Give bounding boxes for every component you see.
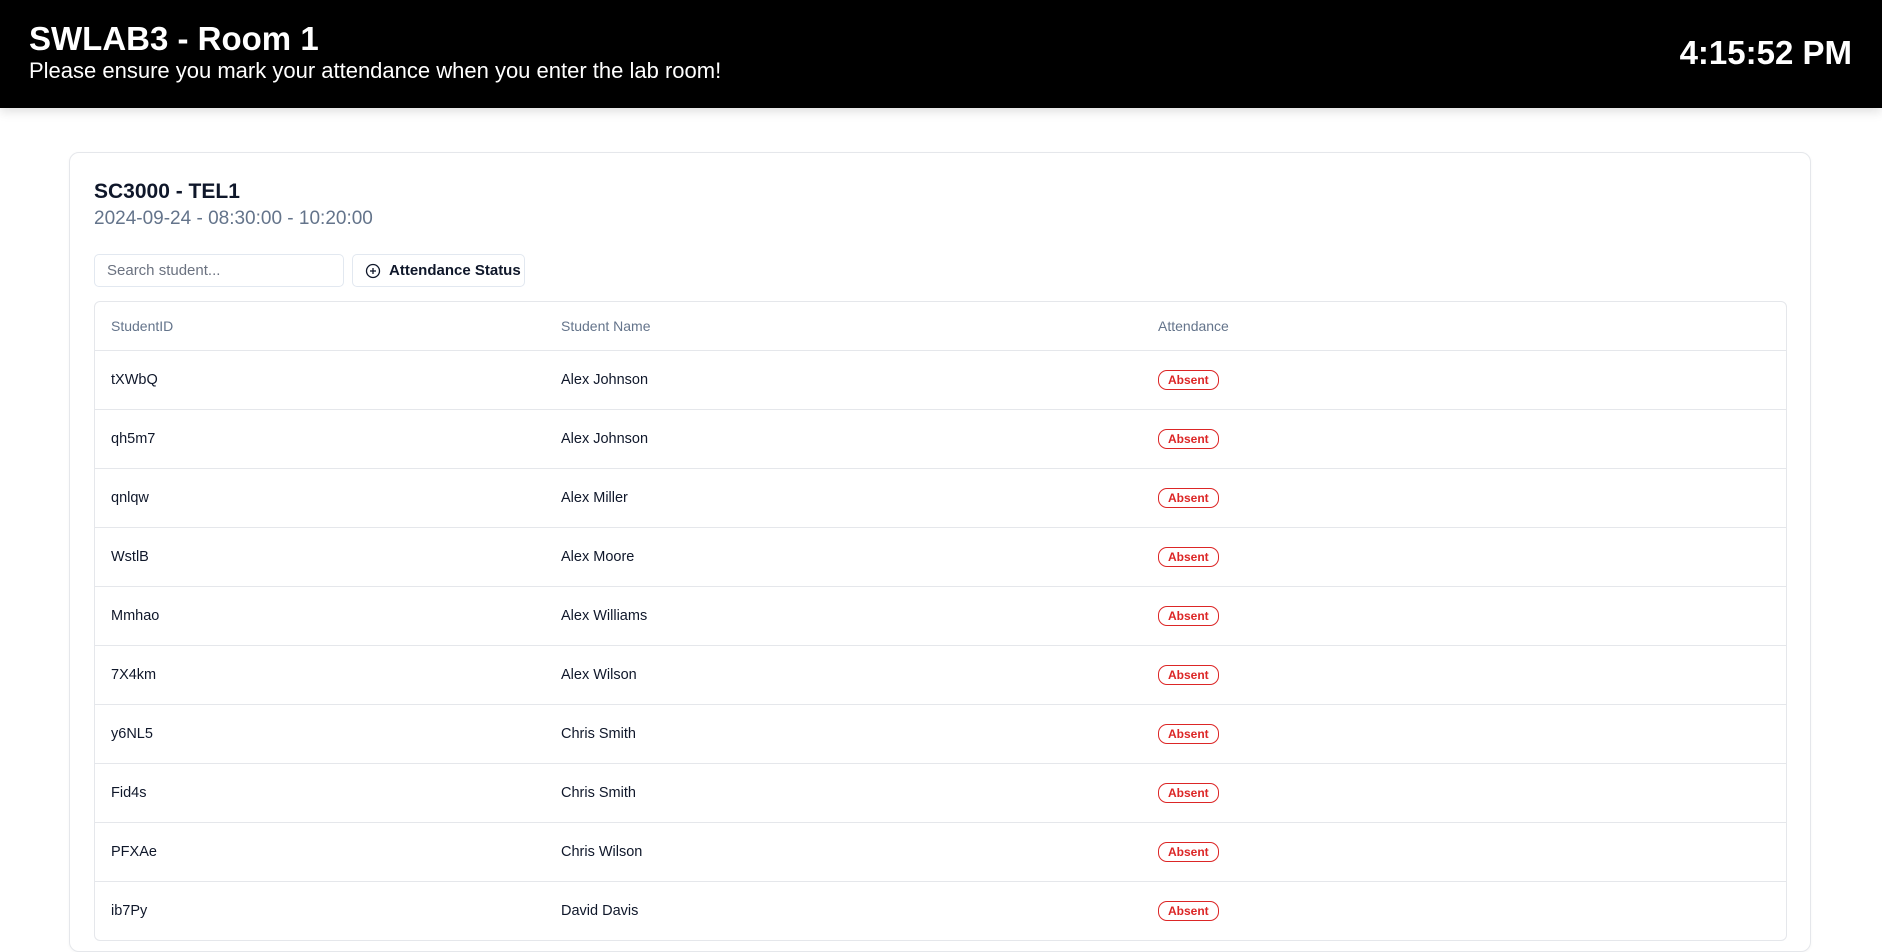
attendance-status-filter-button[interactable]: Attendance Status [352, 254, 525, 287]
table-row[interactable]: y6NL5 Chris Smith Absent [95, 704, 1786, 764]
status-badge: Absent [1158, 605, 1219, 626]
student-id-cell: Mmhao [95, 586, 545, 646]
student-name-cell: Alex Williams [545, 586, 1142, 646]
student-name-cell: Alex Johnson [545, 350, 1142, 410]
attendance-cell: Absent [1142, 350, 1786, 410]
table-row[interactable]: Mmhao Alex Williams Absent [95, 586, 1786, 646]
status-badge: Absent [1158, 841, 1219, 862]
students-table: StudentID Student Name Attendance tXWbQ … [94, 301, 1787, 941]
student-id-cell: Fid4s [95, 763, 545, 823]
search-student-input[interactable] [94, 254, 344, 287]
student-name-cell: Chris Wilson [545, 822, 1142, 882]
table-row[interactable]: qh5m7 Alex Johnson Absent [95, 409, 1786, 469]
student-name-cell: Chris Smith [545, 763, 1142, 823]
student-name-cell: Alex Wilson [545, 645, 1142, 705]
attendance-cell: Absent [1142, 527, 1786, 587]
student-id-cell: WstlB [95, 527, 545, 587]
column-header-student-name[interactable]: Student Name [545, 302, 1142, 351]
status-badge: Absent [1158, 487, 1219, 508]
table-row[interactable]: PFXAe Chris Wilson Absent [95, 822, 1786, 882]
attendance-cell: Absent [1142, 704, 1786, 764]
table-row[interactable]: tXWbQ Alex Johnson Absent [95, 350, 1786, 410]
status-badge: Absent [1158, 782, 1219, 803]
column-header-student-id[interactable]: StudentID [95, 302, 545, 351]
attendance-cell: Absent [1142, 468, 1786, 528]
status-badge: Absent [1158, 546, 1219, 567]
student-id-cell: qnlqw [95, 468, 545, 528]
student-id-cell: PFXAe [95, 822, 545, 882]
attendance-cell: Absent [1142, 763, 1786, 823]
table-row[interactable]: qnlqw Alex Miller Absent [95, 468, 1786, 528]
filter-button-label: Attendance Status [389, 262, 521, 279]
clock: 4:15:52 PM [1679, 34, 1852, 71]
student-id-cell: qh5m7 [95, 409, 545, 469]
attendance-cell: Absent [1142, 409, 1786, 469]
course-title: SC3000 - TEL1 [94, 180, 240, 203]
session-datetime: 2024-09-24 - 08:30:00 - 10:20:00 [94, 208, 373, 229]
plus-circle-icon [365, 263, 381, 279]
attendance-cell: Absent [1142, 645, 1786, 705]
attendance-notice: Please ensure you mark your attendance w… [29, 58, 722, 83]
status-badge: Absent [1158, 369, 1219, 390]
room-title: SWLAB3 - Room 1 [29, 20, 319, 57]
table-row[interactable]: Fid4s Chris Smith Absent [95, 763, 1786, 823]
student-id-cell: y6NL5 [95, 704, 545, 764]
attendance-cell: Absent [1142, 586, 1786, 646]
student-name-cell: Alex Moore [545, 527, 1142, 587]
student-name-cell: Alex Miller [545, 468, 1142, 528]
column-header-attendance[interactable]: Attendance [1142, 302, 1786, 351]
student-name-cell: Chris Smith [545, 704, 1142, 764]
status-badge: Absent [1158, 723, 1219, 744]
table-header-row: StudentID Student Name Attendance [95, 302, 1786, 351]
top-banner: SWLAB3 - Room 1 Please ensure you mark y… [0, 0, 1882, 108]
status-badge: Absent [1158, 428, 1219, 449]
table-row[interactable]: 7X4km Alex Wilson Absent [95, 645, 1786, 705]
student-name-cell: Alex Johnson [545, 409, 1142, 469]
attendance-card: SC3000 - TEL1 2024-09-24 - 08:30:00 - 10… [69, 152, 1811, 952]
status-badge: Absent [1158, 664, 1219, 685]
student-id-cell: 7X4km [95, 645, 545, 705]
table-row[interactable]: WstlB Alex Moore Absent [95, 527, 1786, 587]
attendance-cell: Absent [1142, 822, 1786, 882]
student-id-cell: tXWbQ [95, 350, 545, 410]
